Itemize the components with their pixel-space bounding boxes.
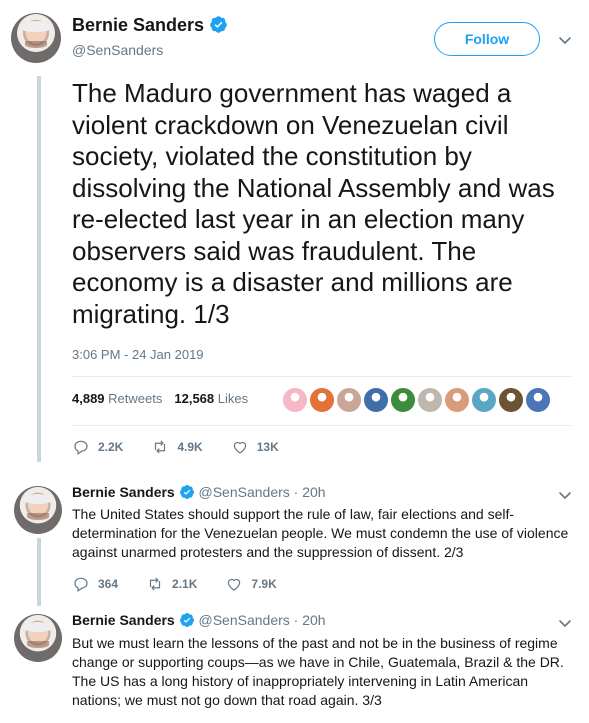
tweet-text: The Maduro government has waged a violen… <box>72 78 555 329</box>
liker-avatar[interactable] <box>525 387 551 413</box>
retweet-button[interactable]: 2.1K <box>146 575 197 593</box>
avatar[interactable] <box>11 13 61 63</box>
heart-icon <box>233 441 246 454</box>
liker-avatar[interactable] <box>363 387 389 413</box>
verified-badge-icon <box>179 613 194 627</box>
liker-avatar[interactable] <box>282 387 308 413</box>
retweet-icon <box>155 440 166 454</box>
tweet-text: The United States should support the rul… <box>72 506 569 560</box>
retweet-icon <box>149 577 161 591</box>
avatar[interactable] <box>14 486 62 534</box>
chevron-down-icon[interactable] <box>557 32 573 48</box>
tweet-header: Bernie Sanders @SenSanders · 20h <box>72 484 326 500</box>
retweets-stat[interactable]: 4,889 Retweets <box>72 391 162 406</box>
like-button[interactable]: 7.9K <box>225 575 277 593</box>
follow-button[interactable]: Follow <box>434 22 540 56</box>
heart-icon <box>228 578 241 591</box>
author-name[interactable]: Bernie Sanders <box>72 15 228 36</box>
likes-stat[interactable]: 12,568 Likes <box>174 391 248 406</box>
verified-badge-icon <box>179 485 194 499</box>
reply-button[interactable]: 2.2K <box>72 438 123 456</box>
chevron-down-icon[interactable] <box>557 487 573 503</box>
reply-button[interactable]: 364 <box>72 575 118 593</box>
tweet-header: Bernie Sanders @SenSanders · 20h <box>72 612 326 628</box>
liker-avatar[interactable] <box>444 387 470 413</box>
liker-avatar[interactable] <box>336 387 362 413</box>
thread-line <box>37 538 41 606</box>
reply-icon <box>74 440 88 455</box>
divider <box>72 376 572 377</box>
tweet-actions: 2.2K 4.9K 13K <box>72 438 307 456</box>
avatar[interactable] <box>14 614 62 662</box>
like-button[interactable]: 13K <box>231 438 279 456</box>
verified-badge-icon <box>210 16 227 33</box>
liker-avatar[interactable] <box>390 387 416 413</box>
tweet-actions: 364 2.1K 7.9K <box>72 575 305 593</box>
author-handle[interactable]: @SenSanders <box>72 42 163 58</box>
chevron-down-icon[interactable] <box>557 615 573 631</box>
tweet-text: But we must learn the lessons of the pas… <box>72 635 564 708</box>
reply-icon <box>74 577 88 592</box>
retweet-button[interactable]: 4.9K <box>151 438 203 456</box>
thread-line <box>37 76 41 462</box>
liker-avatars <box>282 387 552 413</box>
divider <box>72 425 572 426</box>
liker-avatar[interactable] <box>498 387 524 413</box>
tweet-timestamp[interactable]: 3:06 PM - 24 Jan 2019 <box>72 347 204 362</box>
liker-avatar[interactable] <box>471 387 497 413</box>
engagement-stats: 4,889 Retweets 12,568 Likes <box>72 391 248 406</box>
liker-avatar[interactable] <box>309 387 335 413</box>
liker-avatar[interactable] <box>417 387 443 413</box>
